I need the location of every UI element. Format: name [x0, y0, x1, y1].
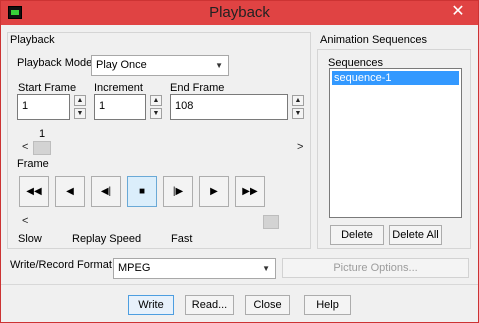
window-title: Playback — [209, 4, 270, 21]
start-frame-input[interactable]: 1 — [17, 94, 70, 120]
end-frame-up-button[interactable]: ▲ — [292, 95, 304, 106]
rewind-to-start-icon: ◀◀ — [26, 186, 42, 197]
frame-label: Frame — [17, 158, 49, 170]
replay-speed-thumb[interactable] — [263, 215, 279, 229]
rewind-to-start-button[interactable]: ◀◀ — [19, 176, 49, 207]
start-frame-label: Start Frame — [18, 82, 77, 94]
title-bar[interactable]: Playback ✕ — [1, 1, 478, 25]
frame-slider[interactable]: < > — [17, 141, 307, 155]
close-window-button[interactable]: ✕ — [448, 3, 468, 21]
end-frame-input[interactable]: 108 — [170, 94, 288, 120]
chevron-right-icon[interactable]: > — [297, 141, 303, 153]
increment-input[interactable]: 1 — [94, 94, 146, 120]
write-button[interactable]: Write — [128, 295, 174, 315]
sequences-list[interactable]: sequence-1 — [329, 68, 462, 218]
start-frame-down-button[interactable]: ▼ — [74, 108, 86, 119]
stop-button[interactable]: ■ — [127, 176, 157, 207]
frame-slider-value: 1 — [39, 128, 46, 140]
picture-options-button[interactable]: Picture Options... — [282, 258, 469, 278]
stop-icon: ■ — [138, 186, 146, 197]
start-frame-up-button[interactable]: ▲ — [74, 95, 86, 106]
write-record-format-label: Write/Record Format — [10, 259, 112, 271]
chevron-left-icon[interactable]: < — [22, 141, 28, 153]
play-backward-button[interactable]: ◀ — [55, 176, 85, 207]
end-frame-label: End Frame — [170, 82, 225, 94]
record-format-select[interactable]: MPEG ▼ — [113, 258, 276, 279]
play-backward-icon: ◀ — [66, 186, 74, 197]
playback-group-label: Playback — [10, 34, 55, 46]
read-button[interactable]: Read... — [185, 295, 234, 315]
footer-divider — [1, 284, 478, 285]
animation-sequences-label: Animation Sequences — [320, 34, 428, 46]
replay-speed-label: Replay Speed — [72, 233, 142, 245]
end-frame-down-button[interactable]: ▼ — [292, 108, 304, 119]
help-button[interactable]: Help — [304, 295, 351, 315]
record-format-value: MPEG — [118, 262, 151, 274]
delete-button[interactable]: Delete — [330, 225, 384, 245]
list-item[interactable]: sequence-1 — [332, 71, 459, 85]
increment-label: Increment — [94, 82, 143, 94]
frame-slider-thumb[interactable] — [33, 141, 51, 155]
replay-speed-slider[interactable]: < — [17, 215, 307, 229]
step-backward-icon: ◀| — [100, 186, 112, 197]
increment-up-button[interactable]: ▲ — [150, 95, 162, 106]
step-backward-button[interactable]: ◀| — [91, 176, 121, 207]
step-forward-icon: |▶ — [172, 186, 184, 197]
speed-fast-label: Fast — [171, 233, 193, 245]
play-forward-icon: ▶ — [210, 186, 218, 197]
fast-forward-to-end-button[interactable]: ▶▶ — [235, 176, 265, 207]
increment-down-button[interactable]: ▼ — [150, 108, 162, 119]
chevron-down-icon: ▼ — [262, 264, 270, 273]
chevron-left-icon[interactable]: < — [22, 215, 28, 227]
playback-mode-select[interactable]: Play Once ▼ — [91, 55, 229, 76]
chevron-down-icon: ▼ — [215, 61, 223, 70]
fast-forward-to-end-icon: ▶▶ — [242, 186, 258, 197]
step-forward-button[interactable]: |▶ — [163, 176, 193, 207]
play-forward-button[interactable]: ▶ — [199, 176, 229, 207]
playback-dialog: Playback ✕ Playback Playback Mode Play O… — [0, 0, 479, 323]
speed-slow-label: Slow — [18, 233, 42, 245]
playback-mode-label: Playback Mode — [17, 57, 93, 69]
delete-all-button[interactable]: Delete All — [389, 225, 442, 245]
close-button[interactable]: Close — [245, 295, 290, 315]
playback-mode-value: Play Once — [96, 59, 147, 71]
